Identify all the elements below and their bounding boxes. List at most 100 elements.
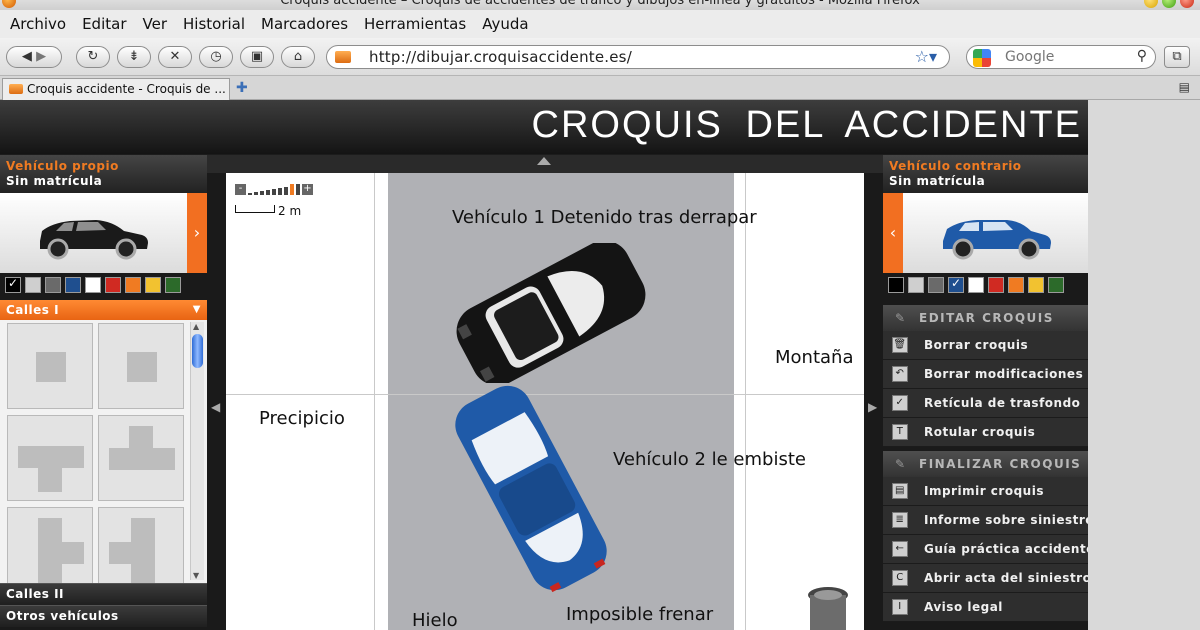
own-color-swatch[interactable]	[125, 277, 141, 293]
menu-abrir-acta[interactable]: C Abrir acta del siniestro	[883, 564, 1088, 593]
tab-list-icon[interactable]: ▤	[1179, 80, 1190, 94]
tile-straight-road[interactable]	[7, 323, 93, 409]
other-vehicle-preview[interactable]: ‹	[883, 193, 1088, 273]
menu-aviso-legal-label: Aviso legal	[924, 600, 1003, 614]
tiles-scrollbar[interactable]: ▲ ▼	[190, 322, 204, 580]
sketch-canvas[interactable]: - + 2 m Vehículo 1 Detenido tras derrapa…	[226, 173, 864, 630]
tile-t-junction-right[interactable]	[7, 507, 93, 583]
pan-up-strip[interactable]	[207, 155, 883, 173]
other-color-swatch[interactable]	[1028, 277, 1044, 293]
menu-editar[interactable]: Editar	[82, 15, 126, 33]
other-color-swatch[interactable]	[928, 277, 944, 293]
menu-borrar-croquis[interactable]: 🗑 Borrar croquis	[883, 331, 1088, 360]
sketch-frame: ◀ ▶ - + 2 m Vehículo 1 Detenido tras der…	[207, 155, 883, 630]
guide-icon: ←	[892, 541, 908, 557]
menu-herramientas[interactable]: Herramientas	[364, 15, 466, 33]
menu-archivo[interactable]: Archivo	[10, 15, 66, 33]
label-vehicle-2[interactable]: Vehículo 2 le embiste	[613, 449, 806, 470]
tile-vertical-road[interactable]	[98, 323, 184, 409]
window-switch-icon[interactable]: ⧉	[1164, 46, 1190, 68]
download-icon[interactable]: ⇟	[117, 46, 151, 68]
other-color-swatch[interactable]	[948, 276, 964, 293]
zoom-level-indicator[interactable]	[290, 184, 294, 195]
other-vehicle-prev-icon[interactable]: ‹	[883, 193, 903, 273]
url-bar[interactable]: http://dibujar.croquisaccidente.es/ ☆▾	[326, 45, 950, 69]
other-color-swatch[interactable]	[968, 277, 984, 293]
checkbox-checked-icon[interactable]: ✓	[892, 395, 908, 411]
other-color-swatch[interactable]	[1048, 277, 1064, 293]
search-input[interactable]	[1005, 48, 1125, 66]
own-color-swatch[interactable]	[85, 277, 101, 293]
other-color-swatch[interactable]	[908, 277, 924, 293]
category-calles-i[interactable]: Calles I ▼	[0, 300, 207, 320]
zoom-out-icon[interactable]: -	[235, 184, 246, 195]
menu-reticula[interactable]: ✓ Retícula de trasfondo	[883, 389, 1088, 418]
menu-ayuda[interactable]: Ayuda	[482, 15, 528, 33]
pan-right-icon[interactable]: ▶	[868, 400, 877, 414]
tab-croquis[interactable]: Croquis accidente - Croquis de ...	[2, 78, 230, 100]
forward-icon[interactable]: ▶	[36, 49, 46, 64]
vehicle-2-car[interactable]	[431, 378, 631, 598]
new-tab-icon[interactable]: ✚	[236, 80, 248, 96]
url-text[interactable]: http://dibujar.croquisaccidente.es/	[369, 48, 632, 66]
label-hielo[interactable]: Hielo	[412, 610, 458, 630]
close-window-icon[interactable]	[1180, 0, 1194, 8]
menu-rotular-croquis-label: Rotular croquis	[924, 425, 1036, 439]
own-color-swatch[interactable]	[45, 277, 61, 293]
menu-imprimir-label: Imprimir croquis	[924, 484, 1044, 498]
home-icon[interactable]: ⌂	[281, 46, 315, 68]
own-color-swatch[interactable]	[165, 277, 181, 293]
edit-header: ✎ EDITAR CROQUIS	[883, 305, 1088, 331]
scroll-down-icon[interactable]: ▼	[193, 571, 199, 580]
section-otros-vehiculos[interactable]: Otros vehículos	[0, 605, 207, 627]
own-color-swatch[interactable]	[25, 277, 41, 293]
scroll-up-icon[interactable]: ▲	[193, 322, 199, 331]
google-engine-icon[interactable]	[973, 49, 991, 67]
menu-ver[interactable]: Ver	[143, 15, 168, 33]
save-icon[interactable]: ▣	[240, 46, 274, 68]
pan-left-icon[interactable]: ◀	[211, 400, 220, 414]
tile-t-junction[interactable]	[7, 415, 93, 501]
own-vehicle-preview[interactable]: ›	[0, 193, 207, 273]
own-color-swatch[interactable]	[145, 277, 161, 293]
menu-guia[interactable]: ← Guía práctica accidente	[883, 535, 1088, 564]
menu-bar: Archivo Editar Ver Historial Marcadores …	[0, 10, 1200, 38]
tile-t-junction-up[interactable]	[98, 415, 184, 501]
history-icon[interactable]: ◷	[199, 46, 233, 68]
minimize-icon[interactable]	[1144, 0, 1158, 8]
vehicle-1-car[interactable]	[436, 243, 666, 383]
scroll-thumb[interactable]	[192, 334, 203, 368]
bollard-object[interactable]	[806, 583, 854, 630]
menu-historial[interactable]: Historial	[183, 15, 245, 33]
other-color-swatch[interactable]	[988, 277, 1004, 293]
label-precipicio[interactable]: Precipicio	[259, 408, 345, 429]
section-calles-ii[interactable]: Calles II	[0, 583, 207, 605]
menu-aviso-legal[interactable]: I Aviso legal	[883, 593, 1088, 622]
label-montana[interactable]: Montaña	[775, 347, 853, 368]
search-box[interactable]: ⚲	[966, 45, 1156, 69]
menu-marcadores[interactable]: Marcadores	[261, 15, 348, 33]
own-color-swatch[interactable]	[105, 277, 121, 293]
own-vehicle-next-icon[interactable]: ›	[187, 193, 207, 273]
bookmark-star-icon[interactable]: ☆▾	[915, 47, 937, 66]
other-color-swatch[interactable]	[1008, 277, 1024, 293]
label-imposible-frenar[interactable]: Imposible frenar	[566, 604, 713, 625]
back-icon[interactable]: ◀	[22, 49, 32, 64]
pan-up-icon[interactable]	[537, 157, 551, 165]
own-color-swatch[interactable]	[65, 277, 81, 293]
other-color-swatches	[883, 276, 1064, 295]
menu-informe[interactable]: ≣ Informe sobre siniestro	[883, 506, 1088, 535]
maximize-icon[interactable]	[1162, 0, 1176, 8]
menu-imprimir[interactable]: ▤ Imprimir croquis	[883, 477, 1088, 506]
other-color-swatch[interactable]	[888, 277, 904, 293]
zoom-control: - +	[235, 184, 313, 195]
own-color-swatch[interactable]	[5, 276, 21, 293]
search-icon[interactable]: ⚲	[1137, 48, 1147, 64]
menu-rotular-croquis[interactable]: T Rotular croquis	[883, 418, 1088, 447]
zoom-in-icon[interactable]: +	[302, 184, 313, 195]
tile-t-junction-left[interactable]	[98, 507, 184, 583]
menu-borrar-modificaciones[interactable]: ↶ Borrar modificaciones	[883, 360, 1088, 389]
reload-icon[interactable]: ↻	[76, 46, 110, 68]
stop-icon[interactable]: ✕	[158, 46, 192, 68]
label-vehicle-1[interactable]: Vehículo 1 Detenido tras derrapar	[452, 207, 757, 228]
